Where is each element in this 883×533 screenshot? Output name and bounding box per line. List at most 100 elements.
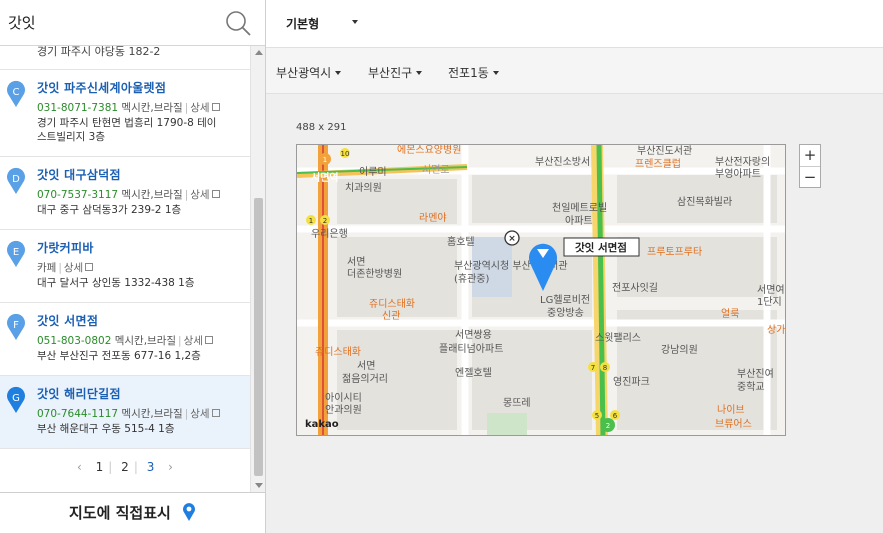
svg-text:브류어스: 브류어스 xyxy=(715,418,752,430)
svg-text:(휴관중): (휴관중) xyxy=(454,273,490,285)
external-link-icon[interactable] xyxy=(204,336,213,344)
svg-text:서면역: 서면역 xyxy=(311,171,339,184)
search-panel: 경기 파주시 야당동 182-2 C 갓잇 파주신세계아울렛점 031-8071… xyxy=(0,0,266,533)
svg-text:1: 1 xyxy=(323,156,327,164)
place-category: 멕시칸,브라질 xyxy=(121,189,183,201)
place-name[interactable]: 갓잇 대구삼덕점 xyxy=(37,167,242,183)
svg-text:에몬스요양병원: 에몬스요양병원 xyxy=(397,145,461,156)
svg-text:7: 7 xyxy=(591,364,595,372)
svg-text:홈호텔: 홈호텔 xyxy=(447,235,475,248)
next-page-icon[interactable]: › xyxy=(168,460,173,474)
place-meta: 051-803-0802 멕시칸,브라질 | 상세 xyxy=(37,334,242,349)
detail-link[interactable]: 상세 xyxy=(190,102,209,114)
svg-text:치과의원: 치과의원 xyxy=(345,182,382,194)
place-name[interactable]: 갓잇 해리단길점 xyxy=(37,386,242,402)
svg-text:나이브: 나이브 xyxy=(717,404,745,416)
list-item-partial: 경기 파주시 야당동 182-2 xyxy=(0,46,250,70)
svg-text:스윗팰리스: 스윗팰리스 xyxy=(595,332,641,344)
list-item[interactable]: F 갓잇 서면점 051-803-0802 멕시칸,브라질 | 상세 부산 부산진구… xyxy=(0,303,250,376)
show-on-map-button[interactable]: 지도에 직접표시 xyxy=(0,492,265,533)
svg-text:프루토프루타: 프루토프루타 xyxy=(647,246,702,258)
detail-link[interactable]: 상세 xyxy=(190,189,209,201)
zoom-in-button[interactable]: + xyxy=(800,145,820,166)
list-item[interactable]: C 갓잇 파주신세계아울렛점 031-8071-7381 멕시칸,브라질 | 상세 … xyxy=(0,70,250,157)
svg-text:C: C xyxy=(13,87,20,98)
place-address: 부산 부산진구 전포동 677-16 1,2층 xyxy=(37,350,201,362)
svg-text:플래티넘아파트: 플래티넘아파트 xyxy=(439,343,503,355)
marker-d-icon: D xyxy=(6,167,26,195)
search-icon[interactable] xyxy=(224,9,252,37)
svg-text:부산진여: 부산진여 xyxy=(737,368,774,380)
result-list: 경기 파주시 야당동 182-2 C 갓잇 파주신세계아울렛점 031-8071… xyxy=(0,46,250,492)
svg-text:E: E xyxy=(13,247,19,258)
place-meta: 070-7644-1117 멕시칸,브라질 | 상세 xyxy=(37,407,242,422)
svg-text:8: 8 xyxy=(603,364,607,372)
svg-text:D: D xyxy=(12,174,20,185)
detail-link[interactable]: 상세 xyxy=(64,262,83,274)
region-dong[interactable]: 전포1동 xyxy=(448,64,499,81)
svg-text:서면: 서면 xyxy=(347,256,365,268)
zoom-control: + − xyxy=(799,144,821,188)
list-item[interactable]: E 가랏커피바 카페 | 상세 대구 달서구 상인동 1332-438 1층 xyxy=(0,230,250,303)
svg-text:프렌즈클럽: 프렌즈클럽 xyxy=(635,158,681,170)
place-name[interactable]: 갓잇 서면점 xyxy=(37,313,242,329)
place-meta: 070-7537-3117 멕시칸,브라질 | 상세 xyxy=(37,188,242,203)
place-address: 부산 해운대구 우동 515-4 1층 xyxy=(37,423,175,435)
zoom-out-button[interactable]: − xyxy=(800,166,820,187)
place-meta: 카페 | 상세 xyxy=(37,261,242,276)
region-city[interactable]: 부산광역시 xyxy=(276,64,342,81)
svg-text:상가: 상가 xyxy=(767,324,785,336)
svg-text:1단지: 1단지 xyxy=(757,296,782,308)
place-name[interactable]: 가랏커피바 xyxy=(37,240,242,256)
svg-text:중앙방송: 중앙방송 xyxy=(547,307,584,319)
scroll-down-icon[interactable] xyxy=(255,483,263,488)
external-link-icon[interactable] xyxy=(211,409,220,417)
search-input[interactable] xyxy=(8,9,213,35)
svg-text:서면쌍용: 서면쌍용 xyxy=(455,329,492,341)
svg-text:쥬디스태화: 쥬디스태화 xyxy=(369,298,415,310)
svg-text:강남의원: 강남의원 xyxy=(661,344,698,356)
svg-text:아파트: 아파트 xyxy=(565,215,593,227)
place-address: 대구 달서구 상인동 1332-438 1층 xyxy=(37,277,195,289)
external-link-icon[interactable] xyxy=(211,190,220,198)
list-item[interactable]: D 갓잇 대구삼덕점 070-7537-3117 멕시칸,브라질 | 상세 대구 중… xyxy=(0,157,250,230)
search-bar xyxy=(0,0,265,46)
detail-link[interactable]: 상세 xyxy=(190,408,209,420)
external-link-icon[interactable] xyxy=(211,103,220,111)
scroll-thumb[interactable] xyxy=(254,198,263,476)
map-style-select[interactable]: 기본형 xyxy=(286,15,319,32)
svg-text:젊음의거리: 젊음의거리 xyxy=(342,373,388,385)
prev-page-icon[interactable]: ‹ xyxy=(77,460,82,474)
svg-text:삼진목화빌라: 삼진목화빌라 xyxy=(677,196,732,208)
place-phone: 051-803-0802 xyxy=(37,335,112,347)
list-item-selected[interactable]: G 갓잇 해리단길점 070-7644-1117 멕시칸,브라질 | 상세 부산 해… xyxy=(0,376,250,449)
map-panel: 기본형 부산광역시 부산진구 전포1동 488 x 291 에몬스요양병원 부산… xyxy=(266,0,883,533)
region-breadcrumb: 부산광역시 부산진구 전포1동 xyxy=(266,48,883,94)
region-district[interactable]: 부산진구 xyxy=(368,64,422,81)
marker-label: 갓잇 서면점 xyxy=(575,241,627,254)
list-scrollbar[interactable] xyxy=(250,46,265,492)
detail-link[interactable]: 상세 xyxy=(184,335,203,347)
place-name[interactable]: 갓잇 파주신세계아울렛점 xyxy=(37,80,242,96)
place-category: 멕시칸,브라질 xyxy=(114,335,177,347)
svg-text:몽뜨레: 몽뜨레 xyxy=(503,397,531,409)
svg-text:쥬디스태화: 쥬디스태화 xyxy=(315,346,361,358)
place-address: 대구 중구 삼덕동3가 239-2 1층 xyxy=(37,204,182,216)
chevron-down-icon[interactable] xyxy=(352,20,358,24)
place-phone: 031-8071-7381 xyxy=(37,102,119,114)
svg-text:신관: 신관 xyxy=(382,310,400,322)
svg-text:아이시티: 아이시티 xyxy=(325,392,362,404)
page-link[interactable]: 2 xyxy=(121,460,129,474)
svg-text:5: 5 xyxy=(595,412,599,420)
external-link-icon[interactable] xyxy=(85,263,94,271)
page-link-current[interactable]: 3 xyxy=(147,460,155,474)
svg-text:2: 2 xyxy=(323,217,327,225)
svg-text:천일메트로빌: 천일메트로빌 xyxy=(552,202,607,214)
page-link[interactable]: 1 xyxy=(96,460,104,474)
svg-text:서면로: 서면로 xyxy=(422,164,450,176)
place-phone: 070-7537-3117 xyxy=(37,189,119,201)
map-view[interactable]: 에몬스요양병원 부산진소방서 프렌즈클럽 부산진도서관 부산전자랑의 부영아파트… xyxy=(296,144,786,436)
svg-text:얼룩: 얼룩 xyxy=(721,308,739,320)
scroll-up-icon[interactable] xyxy=(255,50,263,55)
svg-text:서면: 서면 xyxy=(357,360,375,372)
